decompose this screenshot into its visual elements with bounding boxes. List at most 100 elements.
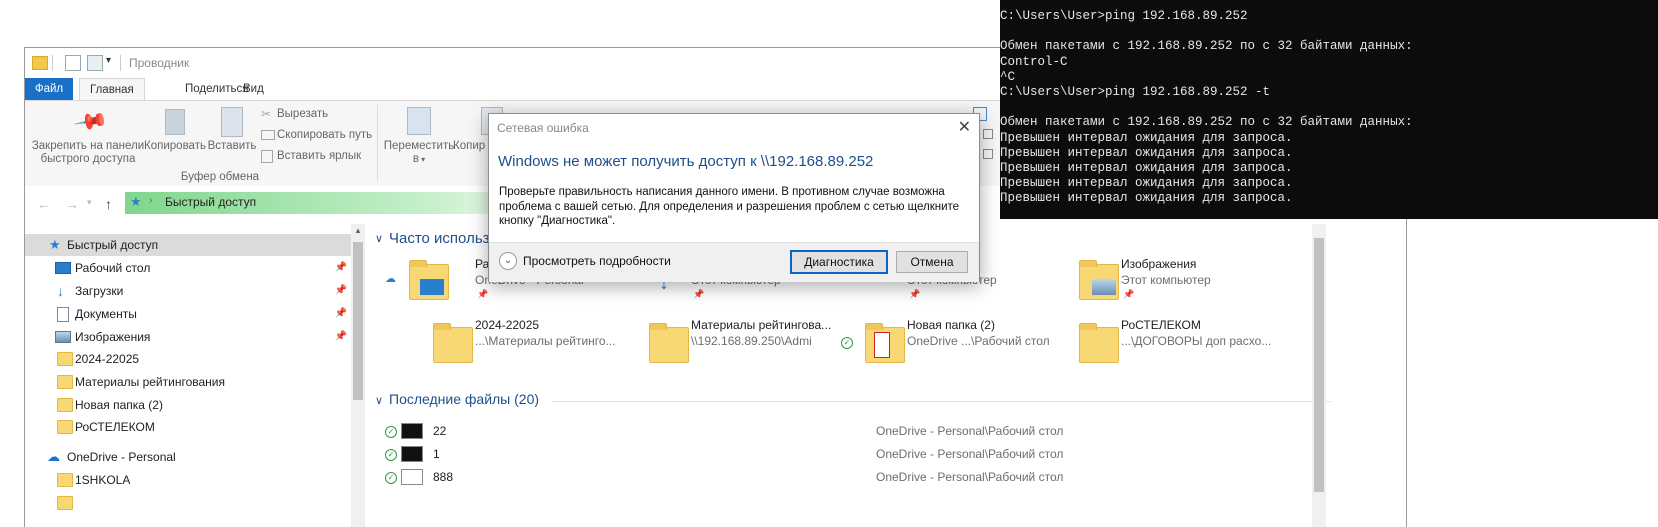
recent-file-path: OneDrive - Personal\Рабочий стол <box>876 447 1064 461</box>
separator <box>52 55 53 71</box>
folder-icon <box>57 352 73 366</box>
nav-item-folder[interactable] <box>25 492 351 514</box>
tile-name[interactable]: Материалы рейтингова... <box>691 318 831 332</box>
folder-icon <box>57 496 73 510</box>
recent-file-name[interactable]: 888 <box>433 470 453 484</box>
nav-scrollbar[interactable]: ▲ <box>351 224 365 527</box>
paste-shortcut-icon <box>261 150 273 163</box>
separator <box>120 55 121 71</box>
folder-icon <box>57 398 73 412</box>
up-arrow-icon[interactable]: ↑ <box>105 196 112 212</box>
recent-locations-chevron-icon[interactable]: ▾ <box>87 197 92 208</box>
window-title: Проводник <box>129 56 190 70</box>
tile-name[interactable]: РоСТЕЛЕКОМ <box>1121 318 1201 332</box>
forward-arrow-icon[interactable]: → <box>65 196 79 212</box>
desktop-folder-icon <box>409 260 449 300</box>
network-error-dialog: Сетевая ошибка ✕ Windows не может получи… <box>488 113 980 282</box>
folder-icon <box>1079 323 1119 363</box>
nav-item-downloads[interactable]: ↓ Загрузки 📌 <box>25 280 351 302</box>
scroll-up-icon[interactable]: ▲ <box>354 226 362 235</box>
command-prompt-window[interactable]: C:\Users\User>ping 192.168.89.252 Обмен … <box>1000 0 1658 219</box>
nav-item-folder[interactable]: 2024-22025 <box>25 348 351 370</box>
scrollbar-thumb[interactable] <box>353 242 363 400</box>
tile-name[interactable]: 2024-22025 <box>475 318 539 332</box>
folder-icon <box>32 56 48 70</box>
nav-item-folder[interactable]: Новая папка (2) <box>25 394 351 416</box>
scrollbar-thumb[interactable] <box>1314 238 1324 492</box>
chevron-right-icon[interactable]: › <box>149 195 152 206</box>
nav-item-documents[interactable]: Документы 📌 <box>25 303 351 325</box>
move-to-button[interactable]: Переместить в ▾ <box>381 140 457 166</box>
pin-icon: 📌 <box>334 331 347 342</box>
quick-access-dropdown-icon[interactable]: ▾ <box>106 55 111 66</box>
recent-files-heading[interactable]: Последние файлы (20) <box>389 391 539 407</box>
pdf-icon <box>874 332 890 358</box>
nav-label: Загрузки <box>75 284 124 298</box>
content-scrollbar[interactable] <box>1312 224 1326 527</box>
recent-file-name[interactable]: 22 <box>433 424 446 438</box>
folder-icon <box>57 473 73 487</box>
paste-icon <box>221 107 243 137</box>
nav-label: Быстрый доступ <box>67 238 159 252</box>
diagnose-button[interactable]: Диагностика <box>790 250 888 274</box>
nav-label: Изображения <box>75 330 151 344</box>
folder-icon <box>649 323 689 363</box>
pin-icon: 📌 <box>334 262 347 273</box>
cancel-button[interactable]: Отмена <box>896 251 968 273</box>
tile-sub: ...\ДОГОВОРЫ доп расхо... <box>1121 334 1272 348</box>
tab-home[interactable]: Главная <box>79 78 145 102</box>
nav-item-pictures[interactable]: Изображения 📌 <box>25 326 351 348</box>
nav-item-folder[interactable]: Материалы рейтингования <box>25 371 351 393</box>
nav-quick-access[interactable]: ★ Быстрый доступ <box>25 234 351 256</box>
cloud-icon: ☁ <box>47 449 60 464</box>
pin-icon: 📌 <box>693 289 705 299</box>
folder-icon <box>57 375 73 389</box>
file-thumbnail <box>401 469 423 485</box>
recent-file-path: OneDrive - Personal\Рабочий стол <box>876 424 1064 438</box>
paste-shortcut-button[interactable]: Вставить ярлык <box>277 150 361 162</box>
copy-path-button[interactable]: Скопировать путь <box>277 129 372 141</box>
folder-icon <box>433 323 473 363</box>
dialog-title: Сетевая ошибка <box>497 121 589 135</box>
back-arrow-icon[interactable]: ← <box>37 196 51 212</box>
properties-icon[interactable] <box>65 55 81 71</box>
move-to-icon <box>407 107 431 135</box>
nav-label: 1SHKOLA <box>75 473 131 487</box>
tab-file[interactable]: Файл <box>25 78 73 100</box>
copy-icon <box>165 109 185 135</box>
new-folder-icon[interactable] <box>87 55 103 71</box>
tile-name[interactable]: Изображения <box>1121 257 1196 271</box>
dialog-footer: ⌄ Просмотреть подробности Диагностика От… <box>489 242 979 282</box>
select-none-icon[interactable] <box>983 129 993 139</box>
file-thumbnail <box>401 446 423 462</box>
chevron-down-icon[interactable]: ⌄ <box>499 252 517 270</box>
star-icon: ★ <box>130 194 142 209</box>
invert-selection-icon[interactable] <box>983 149 993 159</box>
frequent-folders-heading[interactable]: Часто использу <box>389 230 497 247</box>
nav-label: Новая папка (2) <box>75 398 163 412</box>
cut-button[interactable]: Вырезать <box>277 108 328 120</box>
nav-label: Рабочий стол <box>75 261 151 275</box>
folder-icon <box>865 323 905 363</box>
pin-to-quick-access-button[interactable]: Закрепить на панели быстрого доступа <box>29 140 147 166</box>
desktop-icon <box>55 262 71 274</box>
chevron-down-icon[interactable]: ∨ <box>375 394 383 407</box>
tile-name[interactable]: Новая папка (2) <box>907 318 995 332</box>
nav-item-desktop[interactable]: Рабочий стол 📌 <box>25 257 351 279</box>
copy-to-button[interactable]: Копир <box>453 140 493 153</box>
nav-item-folder[interactable]: РоСТЕЛЕКОМ <box>25 416 351 438</box>
nav-onedrive[interactable]: ☁ OneDrive - Personal <box>25 446 351 468</box>
desktop-icon <box>420 279 444 295</box>
paste-button[interactable]: Вставить <box>205 140 259 153</box>
section-divider <box>551 401 1331 402</box>
tile-sub: ...\Материалы рейтинго... <box>475 334 616 348</box>
nav-item-folder[interactable]: 1SHKOLA <box>25 469 351 491</box>
chevron-down-icon[interactable]: ∨ <box>375 232 383 245</box>
pin-icon: 📌 <box>1123 289 1135 299</box>
view-details-toggle[interactable]: Просмотреть подробности <box>523 254 671 268</box>
copy-button[interactable]: Копировать <box>143 140 207 153</box>
navigation-pane: ★ Быстрый доступ Рабочий стол 📌 ↓ Загруз… <box>25 224 367 527</box>
recent-file-name[interactable]: 1 <box>433 447 440 461</box>
tab-view[interactable]: Вид <box>233 78 274 100</box>
close-icon[interactable]: ✕ <box>958 117 971 137</box>
